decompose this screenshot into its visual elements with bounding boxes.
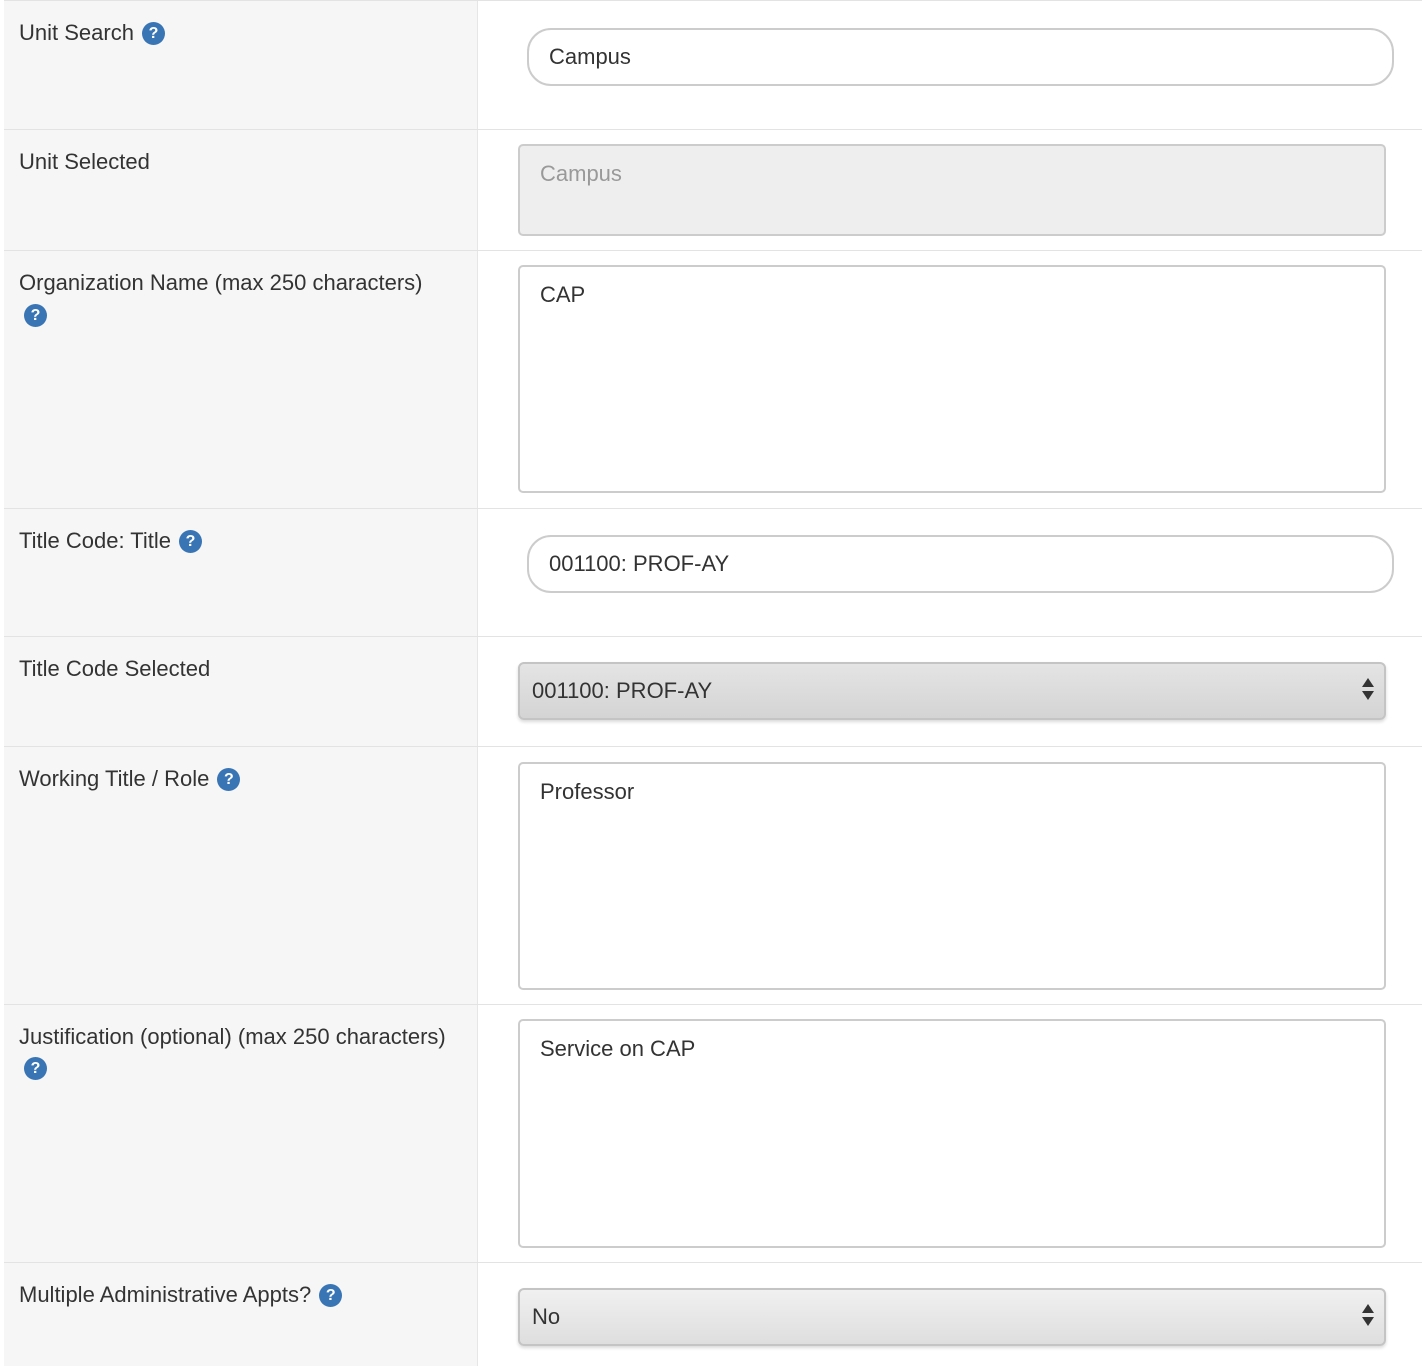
title-code-select[interactable]: 001100: PROF-AY [518,662,1386,720]
organization-name-textarea[interactable]: CAP [518,265,1386,493]
help-icon[interactable]: ? [217,768,241,791]
title-code-selected-value: 001100: PROF-AY [532,678,713,703]
working-title-row: Working Title / Role? Professor [4,746,1422,1004]
appointment-form: Unit Search? Campus Unit Selected Campus… [0,0,1422,1366]
justification-label: Justification (optional) (max 250 charac… [19,1024,446,1049]
working-title-label: Working Title / Role? [19,764,474,794]
justification-row: Justification (optional) (max 250 charac… [4,1004,1422,1262]
label-cell: Unit Search? [4,1,478,129]
help-icon[interactable]: ? [24,304,47,327]
select-arrows-icon [1362,1304,1374,1330]
justification-textarea[interactable]: Service on CAP [518,1019,1386,1248]
title-code-selected-label: Title Code Selected [19,656,211,681]
help-icon[interactable]: ? [141,22,165,45]
title-code-row: Title Code: Title? 001100: PROF-AY [4,508,1422,636]
unit-search-label: Unit Search? [19,18,474,48]
help-icon[interactable]: ? [319,1284,343,1307]
multiple-appts-select[interactable]: No [518,1288,1386,1346]
unit-selected-row: Unit Selected Campus [4,129,1422,250]
multiple-appts-row: Multiple Administrative Appts?? No [4,1262,1422,1366]
unit-search-input[interactable]: Campus [527,28,1394,86]
help-icon[interactable]: ? [179,530,203,553]
help-icon[interactable]: ? [24,1057,47,1080]
title-code-search-input[interactable]: 001100: PROF-AY [527,535,1394,593]
unit-search-row: Unit Search? Campus [4,0,1422,129]
unit-selected-label: Unit Selected [19,149,150,174]
select-arrows-icon [1362,678,1374,704]
working-title-textarea[interactable]: Professor [518,762,1386,990]
title-code-label: Title Code: Title? [19,526,474,556]
multiple-appts-value: No [532,1304,561,1329]
organization-name-row: Organization Name (max 250 characters) ?… [4,250,1422,508]
organization-name-label: Organization Name (max 250 characters) [19,270,423,295]
multiple-appts-label: Multiple Administrative Appts?? [19,1280,474,1310]
title-code-selected-row: Title Code Selected 001100: PROF-AY [4,636,1422,746]
unit-selected-field: Campus [518,144,1386,236]
